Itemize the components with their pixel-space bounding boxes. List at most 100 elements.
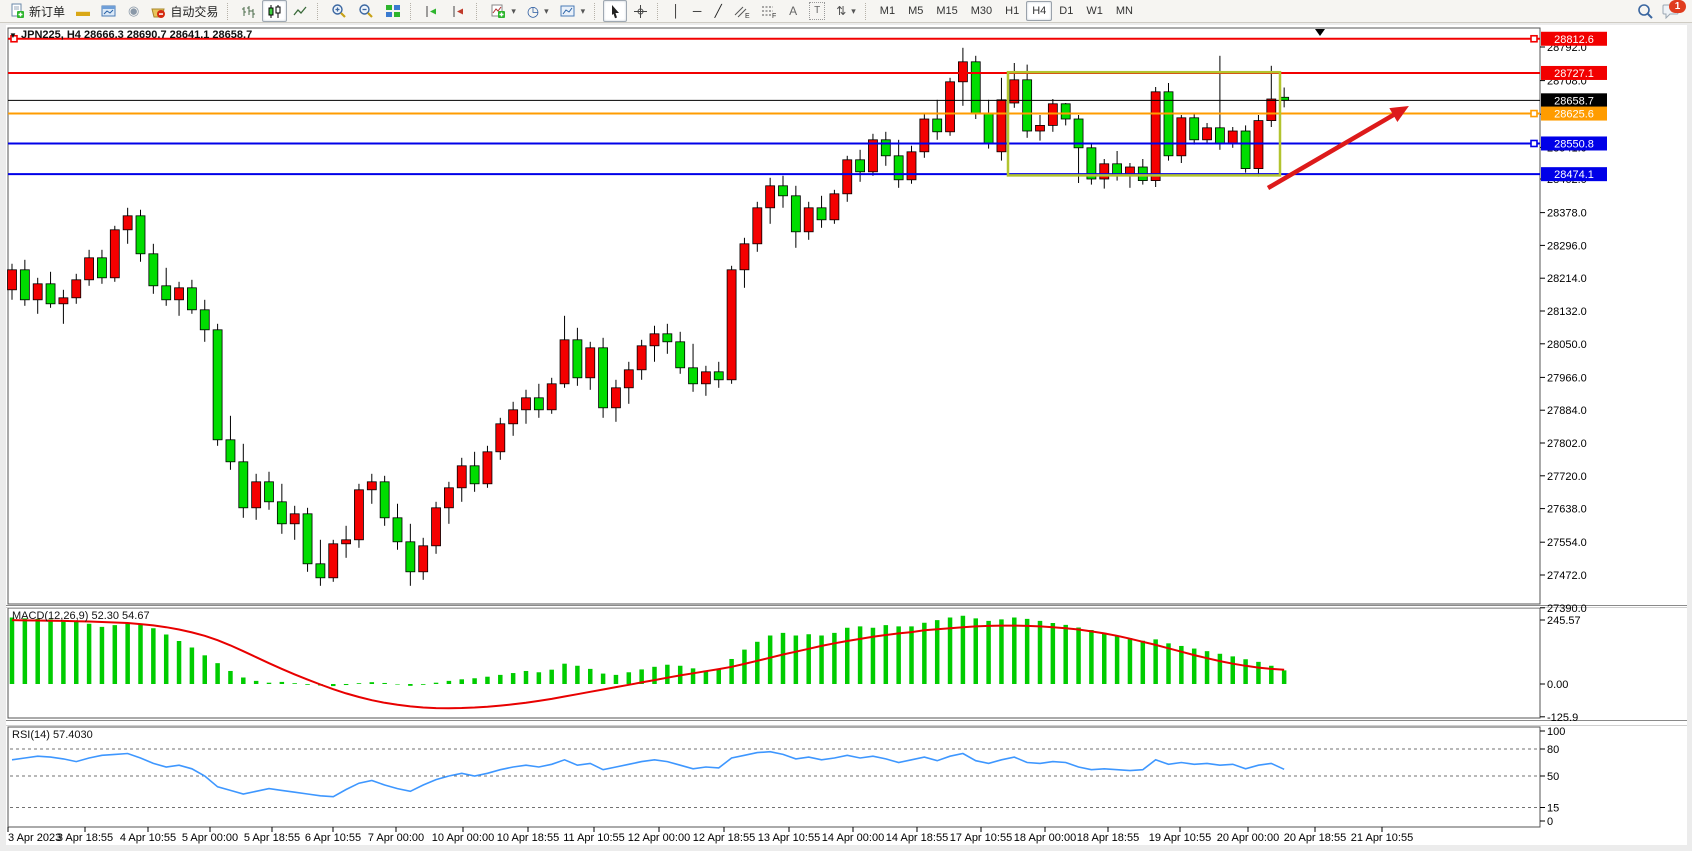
rsi-tick-label: 80: [1547, 744, 1559, 756]
new-order-icon: [9, 3, 25, 19]
timeframe-button-w1[interactable]: W1: [1080, 1, 1109, 21]
cursor-button[interactable]: [603, 0, 627, 22]
dropdown-caret-icon: ▾: [511, 6, 516, 17]
auto-scroll-button[interactable]: [446, 0, 472, 22]
fibonacci-tool-button[interactable]: F: [756, 0, 782, 22]
timeframe-button-h1[interactable]: H1: [999, 1, 1025, 21]
text-tool-button[interactable]: A: [783, 0, 803, 22]
equidistant-channel-icon: E: [734, 4, 750, 19]
candle-bull: [342, 540, 351, 544]
timeframe-button-m30[interactable]: M30: [965, 1, 998, 21]
signals-button[interactable]: ◉: [123, 0, 144, 22]
template-icon: [560, 3, 576, 19]
auto-trading-label: 自动交易: [170, 3, 218, 20]
bar-chart-button[interactable]: [236, 0, 261, 22]
dropdown-caret-icon: ▾: [544, 6, 549, 17]
macd-tick-label: 0.00: [1547, 679, 1568, 691]
candle-bear: [1241, 131, 1250, 169]
search-icon[interactable]: [1637, 3, 1654, 20]
x-tick-label: 11 Apr 10:55: [563, 832, 625, 844]
shift-chart-button[interactable]: [419, 0, 445, 22]
trendline-tool-button[interactable]: ╱: [708, 0, 728, 22]
timeframe-button-m15[interactable]: M15: [930, 1, 963, 21]
candle-bull: [1267, 99, 1276, 121]
candle-bull: [110, 230, 119, 278]
candle-bull: [444, 488, 453, 508]
auto-trading-button[interactable]: 自动交易: [145, 0, 223, 22]
shift-chart-icon: [424, 4, 440, 19]
auto-scroll-icon: [451, 4, 467, 19]
price-badge-label: 28812.6: [1554, 34, 1594, 46]
crosshair-button[interactable]: [628, 0, 653, 22]
candle-bull: [123, 216, 132, 230]
horizontal-line-tool-button[interactable]: ─: [687, 0, 707, 22]
candle-bear: [277, 502, 286, 524]
candle-bull: [85, 258, 94, 280]
candle-bull: [868, 140, 877, 172]
candle-bull: [920, 119, 929, 152]
price-badge-label: 28550.8: [1554, 138, 1594, 150]
candle-bear: [20, 270, 29, 300]
candle-bull: [753, 208, 762, 244]
x-tick-label: 7 Apr 00:00: [368, 832, 424, 844]
y-tick-label: 28214.0: [1547, 273, 1587, 285]
chat-button[interactable]: 1: [1662, 2, 1682, 20]
candle-bull: [1151, 92, 1160, 181]
rsi-tick-label: 100: [1547, 726, 1565, 738]
candle-bear: [393, 518, 402, 542]
candle-bull: [766, 186, 775, 208]
line-chart-button[interactable]: [288, 0, 313, 22]
zoom-in-button[interactable]: [326, 0, 352, 22]
channel-tool-button[interactable]: E: [729, 0, 755, 22]
candle-bull: [650, 334, 659, 346]
dropdown-caret-icon: ▾: [581, 6, 586, 17]
chart-window-button[interactable]: [96, 0, 122, 22]
chart-canvas[interactable]: 28792.028708.028624.028541.028462.028378…: [0, 0, 1692, 851]
tile-windows-button[interactable]: [380, 0, 406, 22]
candle-bull: [175, 288, 184, 300]
x-tick-label: 14 Apr 00:00: [822, 832, 884, 844]
gold-button[interactable]: ▬: [71, 0, 95, 22]
separator: [227, 3, 232, 20]
toolbar: 新订单 ▬ ◉ 自动交易: [0, 0, 1692, 23]
candle-bull: [33, 284, 42, 300]
vertical-line-tool-button[interactable]: │: [666, 0, 686, 22]
text-label-icon: T: [809, 2, 825, 20]
timeframe-button-mn[interactable]: MN: [1110, 1, 1139, 21]
rsi-tick-label: 0: [1547, 816, 1553, 828]
price-line-handle[interactable]: [1531, 140, 1537, 146]
one-click-trading-toggle[interactable]: ▼: [9, 31, 17, 40]
candle-bull: [804, 208, 813, 232]
candle-bear: [779, 186, 788, 196]
chart-window-icon: [101, 3, 117, 19]
x-tick-label: 12 Apr 18:55: [693, 832, 755, 844]
timeframe-button-m1[interactable]: M1: [874, 1, 901, 21]
rsi-pane: [8, 727, 1540, 827]
candle-bull: [1177, 118, 1186, 156]
candle-bear: [470, 466, 479, 484]
candle-bull: [637, 346, 646, 370]
candle-bear: [265, 482, 274, 502]
zoom-out-button[interactable]: [353, 0, 379, 22]
candle-bull: [509, 410, 518, 424]
periods-button[interactable]: ◷ ▾: [522, 0, 554, 22]
new-order-button[interactable]: 新订单: [4, 0, 70, 22]
timeframe-button-m5[interactable]: M5: [902, 1, 929, 21]
x-tick-label: 20 Apr 00:00: [1217, 832, 1279, 844]
text-label-tool-button[interactable]: T: [804, 0, 830, 22]
text-icon: A: [788, 3, 798, 19]
candle-bear: [1061, 104, 1070, 119]
arrows-tool-button[interactable]: ⇅ ▾: [831, 0, 861, 22]
x-tick-label: 3 Apr 2023: [8, 832, 61, 844]
timeframe-button-d1[interactable]: D1: [1053, 1, 1079, 21]
candlestick-chart-button[interactable]: [262, 0, 287, 22]
candle-bear: [149, 254, 158, 286]
indicators-button[interactable]: ▾: [485, 0, 521, 22]
separator: [317, 3, 322, 20]
fibonacci-icon: F: [761, 4, 777, 19]
price-line-handle[interactable]: [1531, 111, 1537, 117]
timeframe-button-h4[interactable]: H4: [1026, 1, 1052, 21]
templates-button[interactable]: ▾: [555, 0, 591, 22]
price-line-handle[interactable]: [1531, 36, 1537, 42]
candle-bear: [1164, 92, 1173, 156]
